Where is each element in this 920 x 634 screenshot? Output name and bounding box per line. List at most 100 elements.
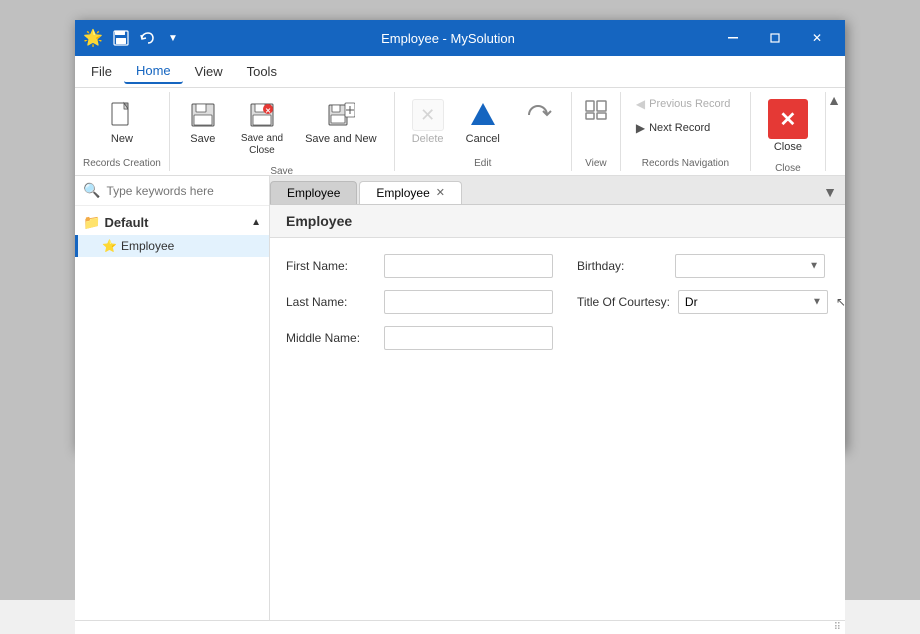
form-row-3: Middle Name: — [286, 326, 829, 350]
new-icon — [106, 99, 138, 131]
new-label: New — [111, 133, 133, 146]
nav-group-label: Records Navigation — [642, 154, 729, 169]
refresh-icon — [522, 99, 554, 131]
view-group-label: View — [585, 154, 607, 169]
middle-name-label: Middle Name: — [286, 331, 376, 345]
delete-label: Delete — [412, 133, 444, 146]
tab-close-button[interactable]: ✕ — [436, 186, 445, 199]
restore-button[interactable] — [755, 23, 795, 53]
resize-handle[interactable]: ⠿ — [834, 622, 841, 633]
previous-record-label: Previous Record — [649, 98, 730, 110]
edit-group-label: Edit — [474, 154, 491, 169]
last-name-field: Last Name: — [286, 290, 553, 314]
tab-employee-2[interactable]: Employee ✕ — [359, 181, 462, 204]
last-name-input[interactable] — [384, 290, 553, 314]
last-name-label: Last Name: — [286, 295, 376, 309]
save-button[interactable]: Save — [178, 94, 228, 151]
main-area: 🔍 📁 Default ▲ ⭐ Employee — [75, 176, 845, 620]
form-row-1: First Name: Birthday: ▼ — [286, 254, 829, 278]
menu-home[interactable]: Home — [124, 59, 183, 84]
minimize-button[interactable] — [713, 23, 753, 53]
menu-file[interactable]: File — [79, 60, 124, 83]
quick-undo-icon[interactable] — [137, 28, 157, 48]
next-record-icon: ▶ — [636, 121, 645, 135]
quick-save-icon[interactable] — [111, 28, 131, 48]
ribbon-group-records-creation: New Records Creation — [75, 92, 170, 171]
sidebar: 🔍 📁 Default ▲ ⭐ Employee — [75, 176, 270, 620]
tab-1-label: Employee — [287, 186, 340, 200]
close-icon: ✕ — [768, 99, 808, 139]
next-record-label: Next Record — [649, 122, 710, 134]
content-area: Employee Employee ✕ ▼ Employee — [270, 176, 845, 620]
next-record-button[interactable]: ▶ Next Record — [629, 118, 742, 138]
birthday-label: Birthday: — [577, 259, 667, 273]
close-group-label: Close — [775, 159, 801, 174]
search-box: 🔍 — [75, 176, 269, 206]
chevron-up-icon: ▲ — [251, 217, 261, 228]
first-name-label: First Name: — [286, 259, 376, 273]
quick-dropdown-icon[interactable]: ▼ — [163, 28, 183, 48]
title-of-courtesy-field: Title Of Courtesy: Dr Mr Mrs Ms Prof — [577, 290, 845, 314]
tab-employee-1[interactable]: Employee — [270, 181, 357, 204]
delete-icon: ✕ — [412, 99, 444, 131]
previous-record-button[interactable]: ◀ Previous Record — [629, 94, 742, 114]
form-title: Employee — [270, 205, 845, 238]
search-input[interactable] — [106, 184, 261, 198]
sidebar-item-employee[interactable]: ⭐ Employee — [75, 235, 269, 257]
ribbon-group-edit: ✕ Delete Cancel Edit — [395, 92, 572, 171]
records-creation-group-label: Records Creation — [83, 154, 161, 169]
save-label: Save — [190, 133, 215, 146]
sidebar-group-default[interactable]: 📁 Default ▲ — [75, 210, 269, 235]
cancel-label: Cancel — [466, 133, 500, 146]
form-row-2: Last Name: Title Of Courtesy: Dr Mr Mrs — [286, 290, 829, 314]
first-name-input[interactable] — [384, 254, 553, 278]
new-button[interactable]: New — [97, 94, 147, 151]
refresh-button[interactable] — [513, 94, 563, 136]
tabs: Employee Employee ✕ — [270, 181, 464, 204]
menu-view[interactable]: View — [183, 60, 235, 83]
tab-2-label: Employee — [376, 186, 429, 200]
title-of-courtesy-label: Title Of Courtesy: — [577, 295, 670, 309]
middle-name-input[interactable] — [384, 326, 553, 350]
middle-name-field: Middle Name: — [286, 326, 829, 350]
menu-bar: File Home View Tools — [75, 56, 845, 88]
ribbon-group-save: Save ✕ Save and Close — [170, 92, 395, 171]
save-and-close-icon: ✕ — [246, 99, 278, 131]
form-body: First Name: Birthday: ▼ — [270, 238, 845, 378]
save-and-new-icon — [325, 99, 357, 131]
title-of-courtesy-select[interactable]: Dr Mr Mrs Ms Prof — [678, 290, 828, 314]
employee-icon: ⭐ — [102, 239, 117, 253]
ribbon-group-nav: ◀ Previous Record ▶ Next Record Records … — [621, 92, 751, 171]
sidebar-group-label: Default — [104, 215, 148, 230]
delete-button[interactable]: ✕ Delete — [403, 94, 453, 151]
ribbon-collapse-button[interactable]: ▲ — [827, 92, 841, 108]
cancel-button[interactable]: Cancel — [457, 94, 509, 151]
close-label: Close — [774, 141, 802, 154]
cursor-indicator: ↖ — [836, 295, 845, 309]
sidebar-item-label: Employee — [121, 239, 174, 253]
save-and-close-label: Save and Close — [241, 133, 283, 157]
sidebar-tree: 📁 Default ▲ ⭐ Employee — [75, 206, 269, 620]
app-icon: 🌟 — [83, 28, 103, 48]
birthday-select[interactable] — [675, 254, 825, 278]
save-and-new-button[interactable]: Save and New — [296, 94, 386, 151]
ribbon: New Records Creation — [75, 88, 845, 176]
birthday-field: Birthday: ▼ — [577, 254, 829, 278]
form-area: Employee First Name: Birthday: — [270, 205, 845, 620]
menu-tools[interactable]: Tools — [235, 60, 289, 83]
tab-chevron-down[interactable]: ▼ — [815, 180, 845, 204]
window-close-button[interactable]: ✕ — [797, 23, 837, 53]
window-title: Employee - MySolution — [381, 31, 515, 46]
title-bar: 🌟 ▼ Employee - MySolution — [75, 20, 845, 56]
save-and-new-label: Save and New — [305, 133, 377, 146]
svg-text:✕: ✕ — [265, 108, 271, 115]
save-icon — [187, 99, 219, 131]
save-and-close-button[interactable]: ✕ Save and Close — [232, 94, 292, 162]
close-button[interactable]: ✕ Close — [759, 94, 817, 159]
first-name-field: First Name: — [286, 254, 553, 278]
ribbon-group-close: ✕ Close Close — [751, 92, 826, 171]
save-group-label: Save — [270, 162, 293, 177]
search-icon: 🔍 — [83, 182, 100, 199]
folder-icon: 📁 — [83, 214, 100, 231]
cancel-icon — [467, 99, 499, 131]
